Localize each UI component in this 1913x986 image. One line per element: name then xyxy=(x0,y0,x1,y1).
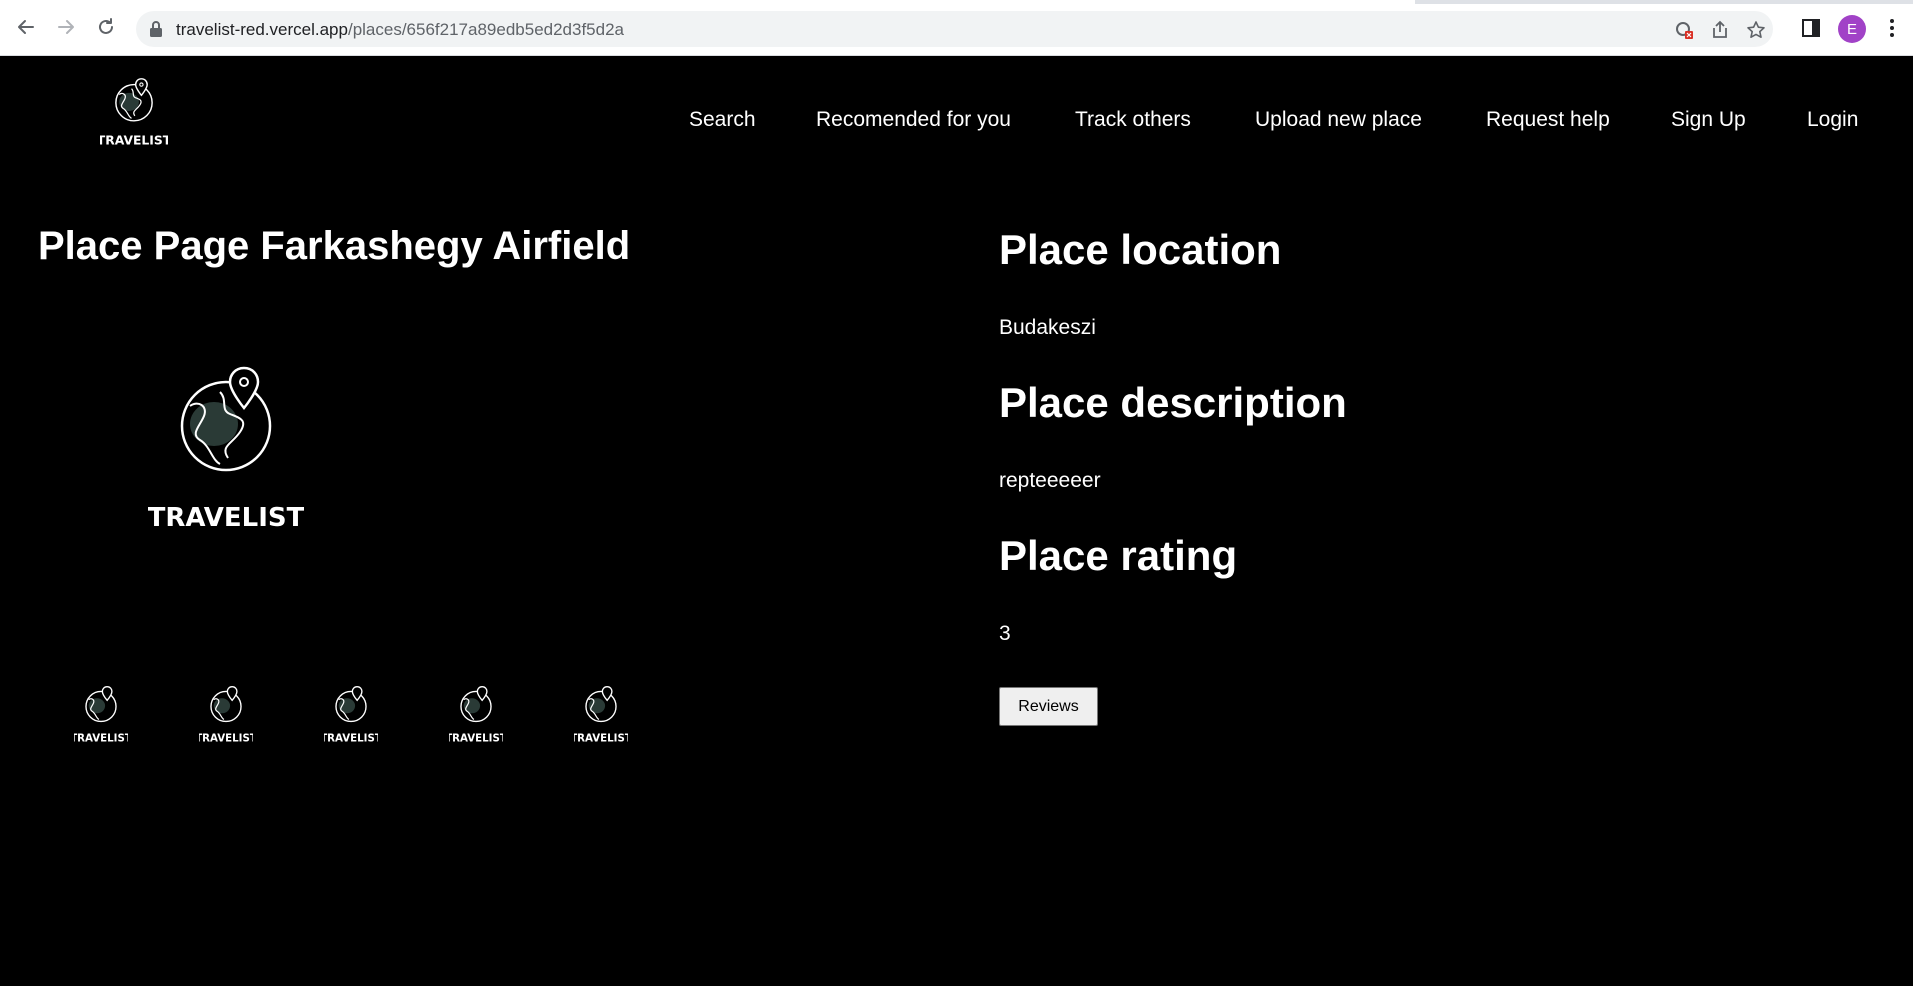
avatar[interactable]: E xyxy=(1838,15,1866,43)
nav-recommended[interactable]: Recomended for you xyxy=(816,108,1011,132)
location-heading: Place location xyxy=(999,226,1282,273)
description-heading: Place description xyxy=(999,379,1347,426)
thumbnail[interactable]: TRAVELIST xyxy=(324,686,378,744)
place-main-image: TRAVELIST xyxy=(148,366,304,533)
star-icon[interactable] xyxy=(1746,20,1766,40)
nav-sign-up[interactable]: Sign Up xyxy=(1671,108,1746,132)
thumbnail[interactable]: TRAVELIST xyxy=(574,686,628,744)
url-host: travelist-red.vercel.app xyxy=(176,20,348,39)
reviews-button[interactable]: Reviews xyxy=(999,687,1098,726)
back-icon[interactable] xyxy=(14,15,38,39)
url-path: /places/656f217a89edb5ed2d3f5d2a xyxy=(347,20,625,39)
share-icon[interactable] xyxy=(1710,20,1730,40)
address-bar[interactable]: travelist-red.vercel.app/places/656f217a… xyxy=(136,11,1773,47)
description-value: repteeeeer xyxy=(999,469,1101,492)
nav-login[interactable]: Login xyxy=(1807,108,1858,132)
location-value: Budakeszi xyxy=(999,316,1096,339)
nav-request-help[interactable]: Request help xyxy=(1486,108,1610,132)
lock-icon[interactable] xyxy=(148,20,164,38)
nav-upload-place[interactable]: Upload new place xyxy=(1255,108,1422,132)
menu-icon[interactable] xyxy=(1880,16,1904,40)
rating-heading: Place rating xyxy=(999,532,1238,579)
svg-text:TRAVELIST: TRAVELIST xyxy=(324,733,378,744)
rating-value: 3 xyxy=(999,622,1011,645)
thumbnail-strip: TRAVELIST TRAVELIST TRAVELIST TRAVELIST … xyxy=(74,686,634,746)
browser-toolbar: travelist-red.vercel.app/places/656f217a… xyxy=(0,0,1913,56)
thumbnail[interactable]: TRAVELIST xyxy=(74,686,128,744)
svg-text:TRAVELIST: TRAVELIST xyxy=(449,733,503,744)
reload-icon[interactable] xyxy=(94,15,118,39)
svg-text:TRAVELIST: TRAVELIST xyxy=(199,733,253,744)
svg-text:TRAVELIST: TRAVELIST xyxy=(574,733,628,744)
main-nav: Search Recomended for you Track others U… xyxy=(0,108,1913,136)
thumbnail[interactable]: TRAVELIST xyxy=(199,686,253,744)
tab-strip xyxy=(0,0,1913,4)
nav-search[interactable]: Search xyxy=(689,108,756,132)
url-text[interactable]: travelist-red.vercel.app/places/656f217a… xyxy=(176,20,624,40)
forward-icon[interactable] xyxy=(54,15,78,39)
side-panel-icon[interactable] xyxy=(1799,16,1823,40)
svg-text:TRAVELIST: TRAVELIST xyxy=(74,733,128,744)
page-title: Place Page Farkashegy Airfield xyxy=(38,224,631,268)
thumbnail[interactable]: TRAVELIST xyxy=(449,686,503,744)
image-logo-text: TRAVELIST xyxy=(148,503,304,533)
blocked-icon[interactable] xyxy=(1674,20,1694,40)
nav-track-others[interactable]: Track others xyxy=(1075,108,1191,132)
